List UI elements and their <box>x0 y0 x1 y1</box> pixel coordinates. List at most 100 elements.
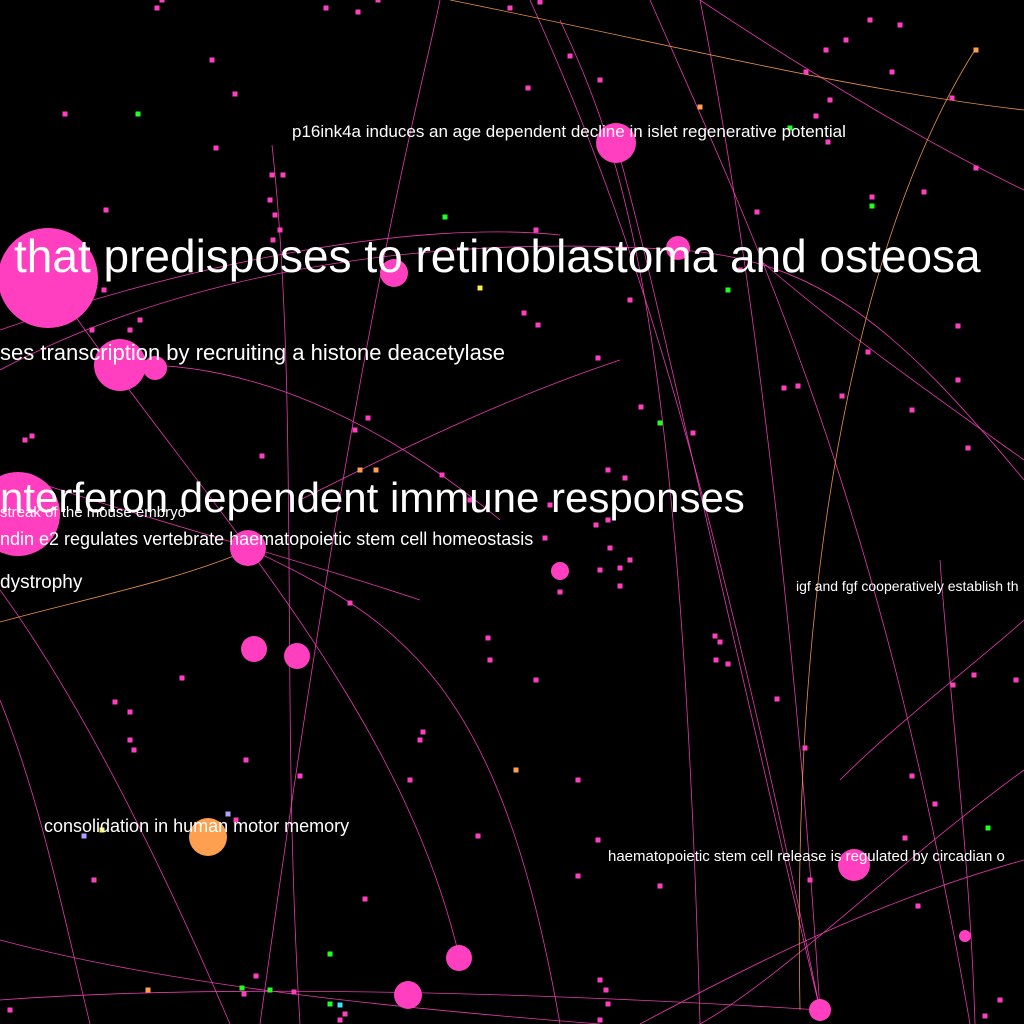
graph-node-small <box>327 951 333 957</box>
graph-node <box>809 999 831 1021</box>
graph-node-small <box>627 557 633 563</box>
graph-node-small <box>997 997 1003 1003</box>
graph-node-small <box>477 285 483 291</box>
graph-node-small <box>955 323 961 329</box>
graph-node-small <box>781 385 787 391</box>
graph-node-small <box>657 883 663 889</box>
graph-node-small <box>259 453 265 459</box>
graph-node-small <box>179 675 185 681</box>
graph-node-small <box>697 104 703 110</box>
graph-node-small <box>513 767 519 773</box>
graph-node <box>241 636 267 662</box>
graph-node-small <box>407 777 413 783</box>
graph-node-small <box>867 17 873 23</box>
graph-node-small <box>921 189 927 195</box>
graph-edge <box>0 589 231 1024</box>
graph-node-small <box>617 565 623 571</box>
graph-node-small <box>802 745 808 751</box>
graph-node-small <box>712 633 718 639</box>
graph-node-small <box>839 393 845 399</box>
label-retinoblastoma: that predisposes to retinoblastoma and o… <box>14 230 981 282</box>
graph-node-small <box>897 22 903 28</box>
label-dystrophy: dystrophy <box>0 572 83 593</box>
graph-node-small <box>537 0 543 5</box>
graph-node-small <box>627 297 633 303</box>
network-graph-canvas: p16ink4a induces an age dependent declin… <box>0 0 1024 1024</box>
graph-node-small <box>272 212 278 218</box>
graph-node-small <box>535 322 541 328</box>
graph-node-small <box>725 287 731 293</box>
graph-edge <box>0 939 601 1024</box>
graph-node-small <box>932 801 938 807</box>
graph-node-small <box>154 5 160 11</box>
graph-node-small <box>485 635 491 641</box>
graph-node-small <box>865 349 871 355</box>
graph-node-small <box>1013 677 1019 683</box>
graph-node-small <box>91 877 97 883</box>
graph-node-small <box>827 97 833 103</box>
graph-node-small <box>605 1001 611 1007</box>
graph-node-small <box>127 737 133 743</box>
graph-node-small <box>375 0 381 3</box>
graph-node-small <box>365 415 371 421</box>
label-prostaglandin: ndin e2 regulates vertebrate haematopoie… <box>0 529 533 549</box>
graph-node-small <box>327 1001 333 1007</box>
graph-node-small <box>112 699 118 705</box>
graph-node-small <box>869 194 875 200</box>
graph-node-small <box>103 207 109 213</box>
graph-node-small <box>297 773 303 779</box>
graph-edge <box>798 49 976 1011</box>
graph-node-small <box>291 989 297 995</box>
graph-node-small <box>567 53 573 59</box>
label-primitive-streak: streak of the mouse embryo <box>0 504 186 521</box>
graph-node <box>284 643 310 669</box>
graph-node-small <box>843 37 849 43</box>
graph-node-small <box>955 377 961 383</box>
graph-node-small <box>985 825 991 831</box>
graph-node-small <box>213 145 219 151</box>
graph-node-small <box>521 310 527 316</box>
label-motor-memory: consolidation in human motor memory <box>44 816 349 836</box>
graph-node-small <box>355 9 361 15</box>
graph-node-small <box>909 773 915 779</box>
graph-node-small <box>127 327 133 333</box>
graph-edge <box>559 19 701 1024</box>
graph-node-small <box>597 977 603 983</box>
graph-node-small <box>617 583 623 589</box>
graph-node-small <box>29 433 35 439</box>
graph-node-small <box>232 91 238 97</box>
graph-node-small <box>813 113 819 119</box>
graph-node-small <box>902 835 908 841</box>
graph-node-small <box>342 1011 348 1017</box>
graph-node-small <box>357 467 363 473</box>
graph-node-small <box>542 535 548 541</box>
graph-node-small <box>973 47 979 53</box>
graph-node-small <box>420 729 426 735</box>
graph-node-small <box>803 69 809 75</box>
graph-node-small <box>725 661 731 667</box>
graph-node-small <box>127 709 133 715</box>
graph-node-small <box>638 404 644 410</box>
graph-node-small <box>269 172 275 178</box>
graph-node-small <box>973 165 979 171</box>
graph-node-small <box>352 427 358 433</box>
graph-node-small <box>159 0 165 3</box>
graph-node-small <box>337 1017 343 1023</box>
graph-edge <box>449 0 1024 111</box>
label-p16ink4a: p16ink4a induces an age dependent declin… <box>292 122 846 141</box>
graph-node-small <box>145 987 151 993</box>
graph-node-small <box>950 682 956 688</box>
graph-node-small <box>690 430 696 436</box>
graph-node-small <box>253 973 259 979</box>
graph-node-small <box>89 327 95 333</box>
graph-node-small <box>131 747 137 753</box>
graph-node-small <box>982 1013 988 1019</box>
graph-node-small <box>337 1002 343 1008</box>
graph-node-small <box>869 203 875 209</box>
graph-node <box>959 930 971 942</box>
graph-node-small <box>597 567 603 573</box>
graph-node-small <box>597 77 603 83</box>
graph-node-small <box>915 903 921 909</box>
graph-node-small <box>525 85 531 91</box>
graph-node-small <box>657 420 663 426</box>
